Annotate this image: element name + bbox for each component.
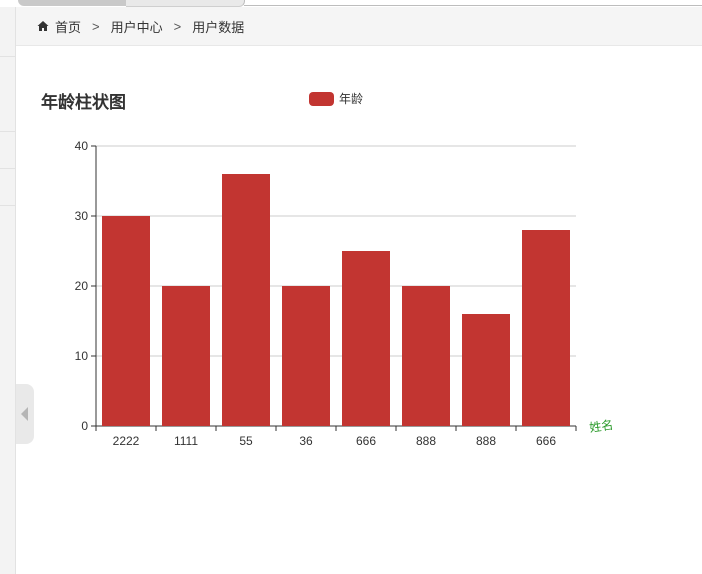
x-tick-label: 1111 [174, 434, 198, 448]
bar [162, 286, 210, 426]
x-tick-label: 36 [299, 434, 313, 448]
y-tick-label: 10 [75, 349, 89, 363]
x-tick-label: 55 [239, 434, 253, 448]
bar [522, 230, 570, 426]
bar [462, 314, 510, 426]
y-tick-label: 30 [75, 209, 89, 223]
bar [342, 251, 390, 426]
bar [102, 216, 150, 426]
y-tick-label: 20 [75, 279, 89, 293]
x-tick-label: 666 [356, 434, 376, 448]
bar [402, 286, 450, 426]
bar [222, 174, 270, 426]
y-tick-label: 40 [75, 139, 89, 153]
x-tick-label: 888 [416, 434, 436, 448]
bar-chart: 0 10 20 30 40 2222 1111 55 36 666 888 888 666 姓名 [75, 139, 615, 448]
x-tick-label: 666 [536, 434, 556, 448]
x-axis-name: 姓名 [588, 417, 614, 435]
bar [282, 286, 330, 426]
y-tick-label: 0 [81, 419, 88, 433]
x-tick-label: 888 [476, 434, 496, 448]
x-tick-label: 2222 [113, 434, 140, 448]
